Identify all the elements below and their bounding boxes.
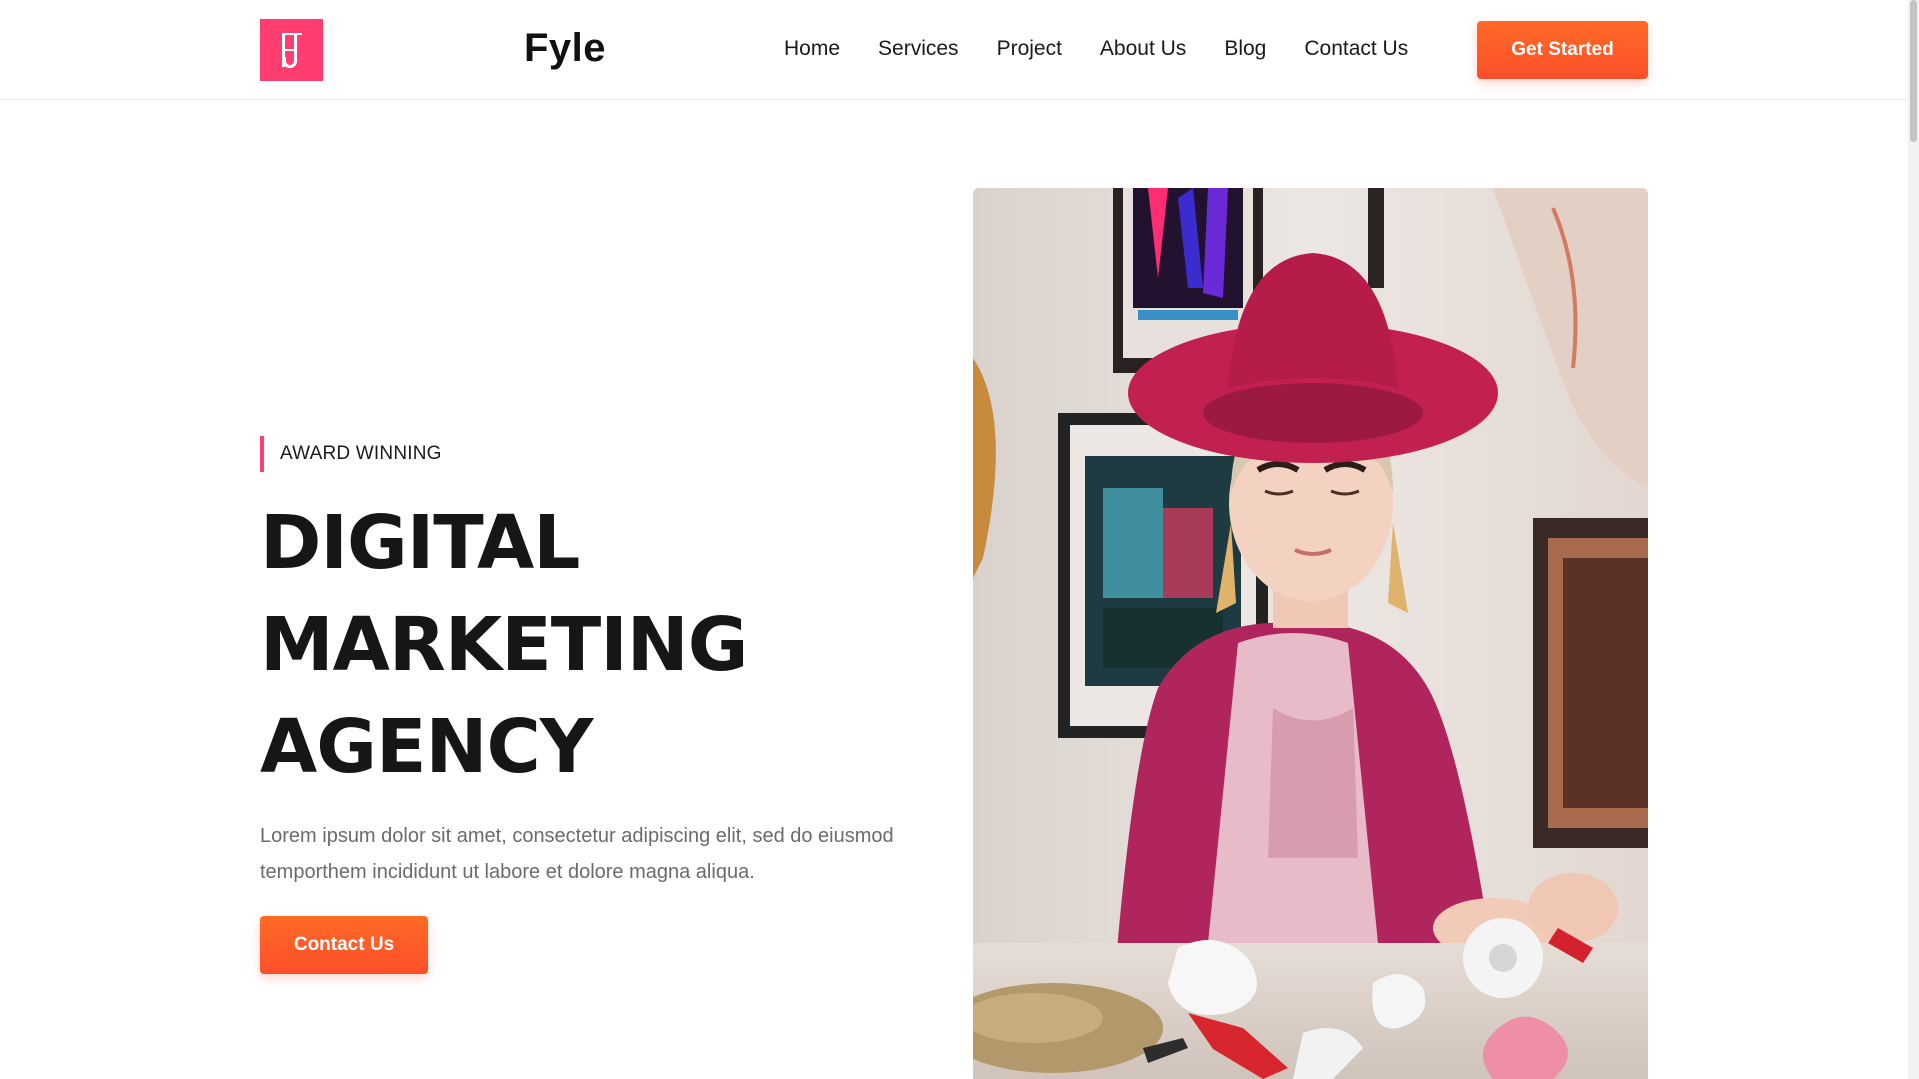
- brand-name[interactable]: Fyle: [524, 24, 606, 72]
- nav-home[interactable]: Home: [784, 30, 840, 68]
- hero-description: Lorem ipsum dolor sit amet, consectetur …: [260, 825, 894, 883]
- nav-services[interactable]: Services: [878, 30, 959, 68]
- headline-line-1: DIGITAL: [260, 500, 580, 586]
- main-nav: Home Services Project About Us Blog Cont…: [784, 30, 1408, 68]
- hero-headline: DIGITAL MARKETING AGENCY: [260, 492, 940, 798]
- hero-content: AWARD WINNING DIGITAL MARKETING AGENCY L…: [260, 436, 940, 974]
- contact-us-button[interactable]: Contact Us: [260, 916, 428, 974]
- headline-line-3: AGENCY: [260, 704, 593, 790]
- scrollbar-thumb[interactable]: [1910, 0, 1917, 142]
- hero-eyebrow: AWARD WINNING: [260, 436, 940, 472]
- nav-project[interactable]: Project: [997, 30, 1062, 68]
- hero-photo: [973, 188, 1648, 1079]
- brand-logo-icon[interactable]: [260, 19, 323, 81]
- page-scrollbar[interactable]: [1908, 0, 1919, 1079]
- nav-contact-us[interactable]: Contact Us: [1304, 30, 1408, 68]
- nav-blog[interactable]: Blog: [1224, 30, 1266, 68]
- nav-about-us[interactable]: About Us: [1100, 30, 1186, 68]
- get-started-button[interactable]: Get Started: [1477, 21, 1648, 79]
- site-header: Fyle Home Services Project About Us Blog…: [0, 0, 1908, 100]
- headline-line-2: MARKETING: [260, 602, 748, 688]
